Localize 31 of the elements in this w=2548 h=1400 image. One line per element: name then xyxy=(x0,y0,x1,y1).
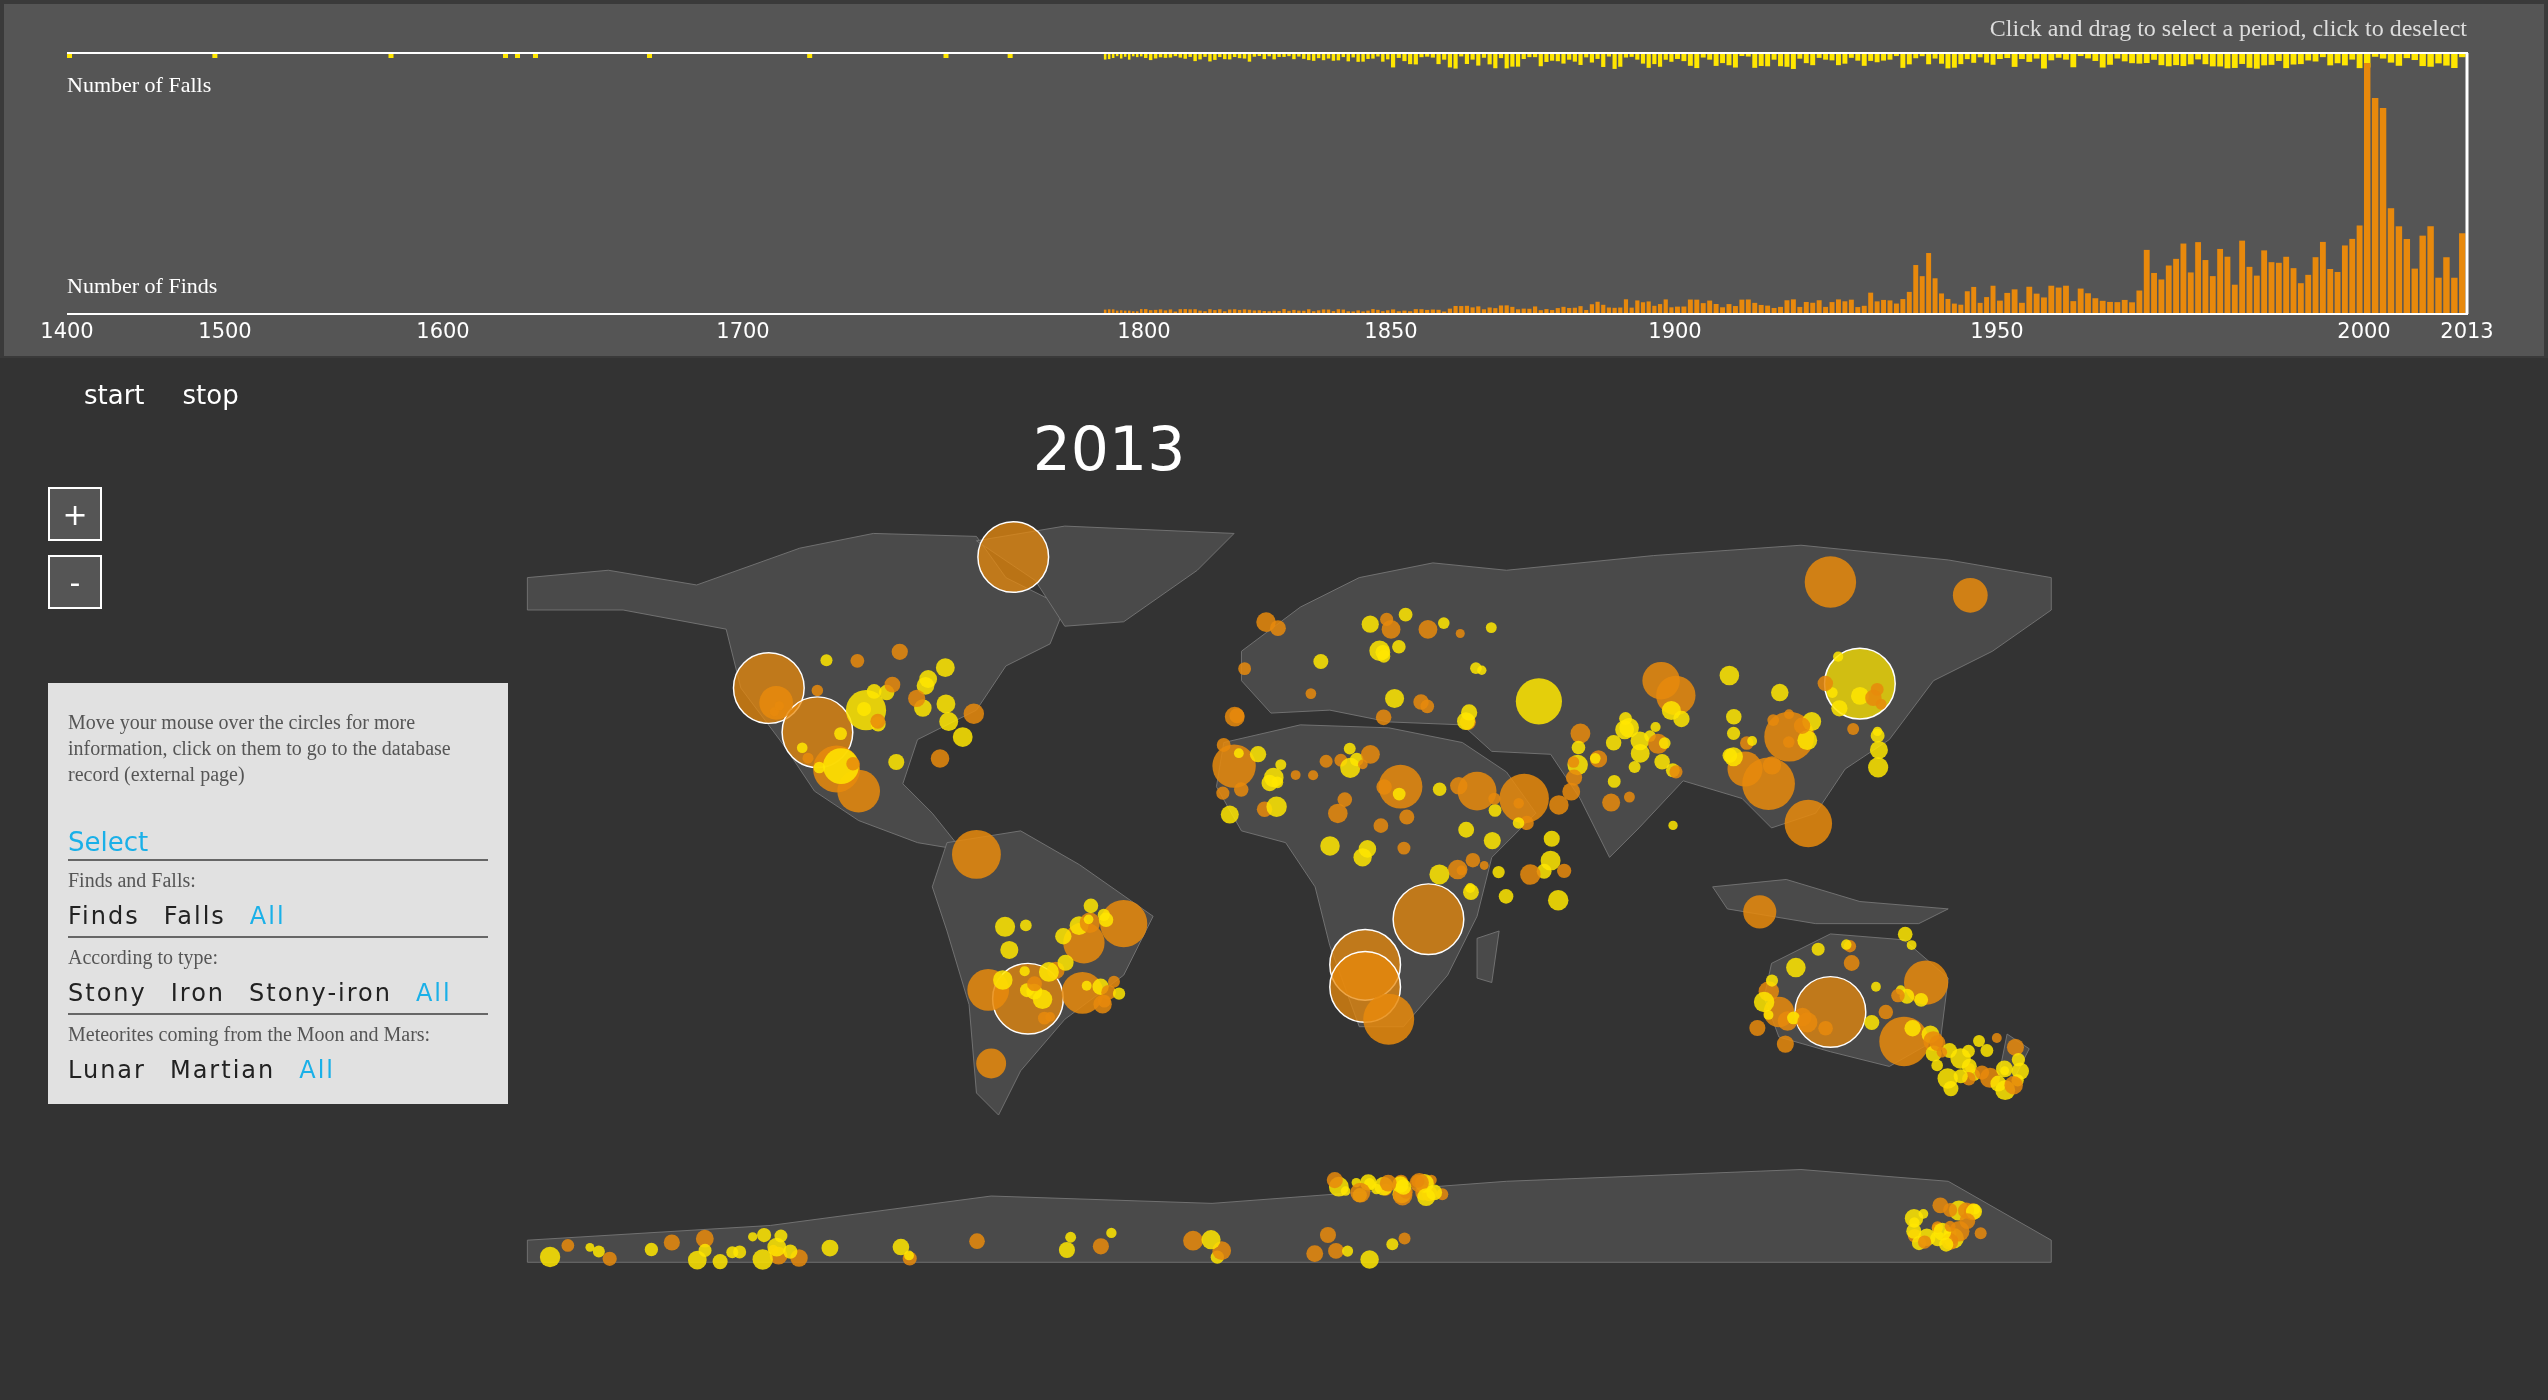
select-heading: Select xyxy=(68,827,488,861)
axis-tick-label: 1850 xyxy=(1364,319,1418,343)
filter-option[interactable]: Falls xyxy=(163,900,226,932)
info-text: Move your mouse over the circles for more information, click on them to go to the database record (external page) xyxy=(68,710,452,787)
filter-option[interactable]: Stony-iron xyxy=(249,977,392,1009)
timeline-hint: Click and drag to select a period, click to deselect xyxy=(1989,15,2467,41)
filter-option[interactable]: Stony xyxy=(68,977,147,1009)
filter-option[interactable]: Lunar xyxy=(68,1054,146,1086)
filter-group-title: According to type: xyxy=(68,946,219,969)
axis-tick-label: 1600 xyxy=(416,319,470,343)
axis-tick-label: 1800 xyxy=(1117,319,1171,343)
filter-group-title: Meteorites coming from the Moon and Mars: xyxy=(68,1023,432,1046)
playback-button[interactable]: start xyxy=(82,376,147,414)
axis-tick-label: 2013 xyxy=(2440,319,2494,343)
filter-option[interactable]: Martian xyxy=(169,1054,276,1086)
zoom-button[interactable]: - xyxy=(48,555,102,609)
filter-option[interactable]: Finds xyxy=(68,900,140,932)
zoom-button[interactable]: + xyxy=(48,487,102,541)
filter-option[interactable]: Iron xyxy=(170,977,226,1009)
playback-button[interactable]: stop xyxy=(180,376,241,414)
axis-tick-label: 1400 xyxy=(40,319,94,343)
axis-tick-label: 1500 xyxy=(198,319,252,343)
axis-tick-label: 1950 xyxy=(1970,319,2024,343)
axis-tick-label: 1700 xyxy=(716,319,770,343)
year-title: 2013 xyxy=(1032,414,1186,484)
falls-axis-label: Number of Falls xyxy=(67,72,212,97)
axis-tick-label: 2000 xyxy=(2337,319,2391,343)
selection-brush-line[interactable] xyxy=(2465,53,2469,314)
filter-group-title: Finds and Falls: xyxy=(68,869,197,892)
finds-axis-label: Number of Finds xyxy=(67,273,218,298)
axis-tick-label: 1900 xyxy=(1648,319,1702,343)
